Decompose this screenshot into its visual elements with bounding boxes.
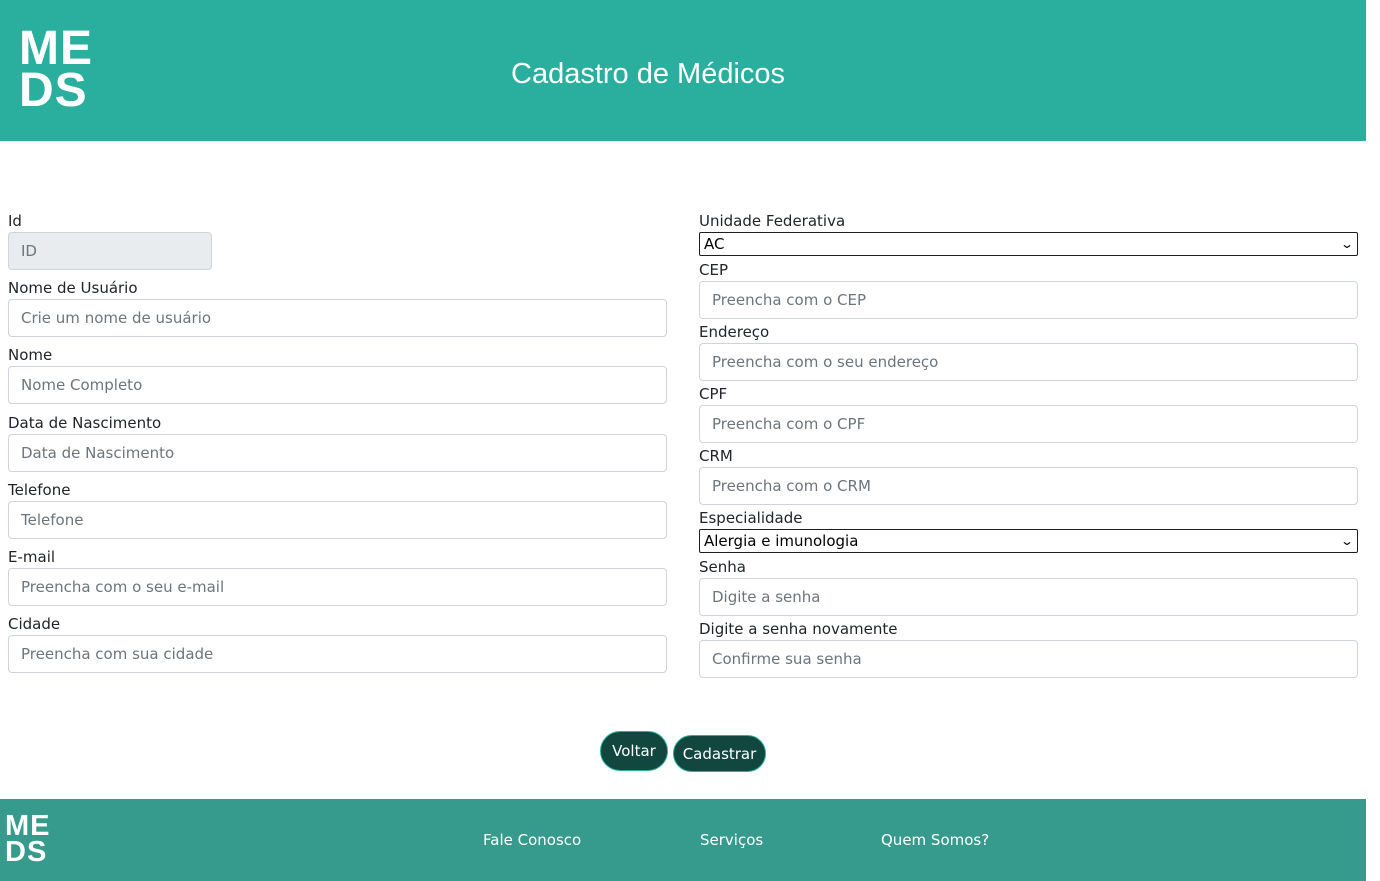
chevron-down-icon: ⌄: [1339, 237, 1355, 251]
specialty-selected-value: Alergia e imunologia: [704, 532, 859, 550]
username-input[interactable]: [8, 299, 667, 337]
email-input[interactable]: [8, 568, 667, 606]
city-label: Cidade: [8, 615, 61, 633]
uf-label: Unidade Federativa: [699, 212, 846, 230]
crm-label: CRM: [699, 447, 733, 465]
crm-group: CRM: [699, 446, 1358, 508]
username-label: Nome de Usuário: [8, 279, 138, 297]
city-group: Cidade: [8, 614, 667, 681]
name-label: Nome: [8, 346, 53, 364]
meds-logo[interactable]: ME DS: [19, 24, 93, 118]
cep-input[interactable]: [699, 281, 1358, 319]
specialty-select[interactable]: Alergia e imunologia ⌄: [699, 529, 1358, 553]
cpf-input[interactable]: [699, 405, 1358, 443]
id-group: Id: [8, 211, 667, 278]
password-confirm-group: Digite a senha novamente: [699, 619, 1358, 681]
form-left-column: Id Nome de Usuário Nome Data de Nascimen…: [8, 211, 667, 681]
crm-input[interactable]: [699, 467, 1358, 505]
phone-group: Telefone: [8, 480, 667, 547]
name-group: Nome: [8, 345, 667, 413]
cpf-group: CPF: [699, 384, 1358, 446]
page-title: Cadastro de Médicos: [511, 58, 786, 90]
address-label: Endereço: [699, 323, 770, 341]
form-right-column: Unidade Federativa AC ⌄ CEP Endereço CPF…: [699, 211, 1358, 681]
uf-group: Unidade Federativa AC ⌄: [699, 211, 1358, 260]
birthdate-input[interactable]: [8, 434, 667, 472]
name-input[interactable]: [8, 366, 667, 404]
id-field: [8, 232, 212, 270]
cep-group: CEP: [699, 260, 1358, 322]
email-label: E-mail: [8, 548, 56, 566]
password-confirm-label: Digite a senha novamente: [699, 620, 898, 638]
page-header: ME DS Cadastro de Médicos: [0, 0, 1366, 141]
cpf-label: CPF: [699, 385, 728, 403]
chevron-down-icon: ⌄: [1339, 534, 1355, 548]
footer-logo-line-2: DS: [5, 835, 48, 868]
page-footer: ME DS Fale Conosco Serviços Quem Somos?: [0, 799, 1366, 881]
footer-link-services[interactable]: Serviços: [700, 831, 763, 849]
address-input[interactable]: [699, 343, 1358, 381]
uf-selected-value: AC: [704, 235, 725, 253]
footer-meds-logo[interactable]: ME DS: [5, 812, 51, 868]
footer-link-about[interactable]: Quem Somos?: [881, 831, 989, 849]
logo-line-2: DS: [19, 64, 88, 118]
phone-input[interactable]: [8, 501, 667, 539]
password-confirm-input[interactable]: [699, 640, 1358, 678]
birthdate-label: Data de Nascimento: [8, 414, 162, 432]
password-group: Senha: [699, 557, 1358, 619]
submit-button[interactable]: Cadastrar: [673, 735, 766, 772]
specialty-group: Especialidade Alergia e imunologia ⌄: [699, 508, 1358, 557]
specialty-label: Especialidade: [699, 509, 803, 527]
password-input[interactable]: [699, 578, 1358, 616]
password-label: Senha: [699, 558, 746, 576]
id-label: Id: [8, 212, 22, 230]
uf-select[interactable]: AC ⌄: [699, 232, 1358, 256]
birthdate-group: Data de Nascimento: [8, 413, 667, 480]
phone-label: Telefone: [8, 481, 71, 499]
email-group: E-mail: [8, 547, 667, 614]
city-input[interactable]: [8, 635, 667, 673]
address-group: Endereço: [699, 322, 1358, 384]
back-button[interactable]: Voltar: [600, 731, 668, 771]
footer-link-contact[interactable]: Fale Conosco: [483, 831, 581, 849]
cep-label: CEP: [699, 261, 728, 279]
username-group: Nome de Usuário: [8, 278, 667, 345]
